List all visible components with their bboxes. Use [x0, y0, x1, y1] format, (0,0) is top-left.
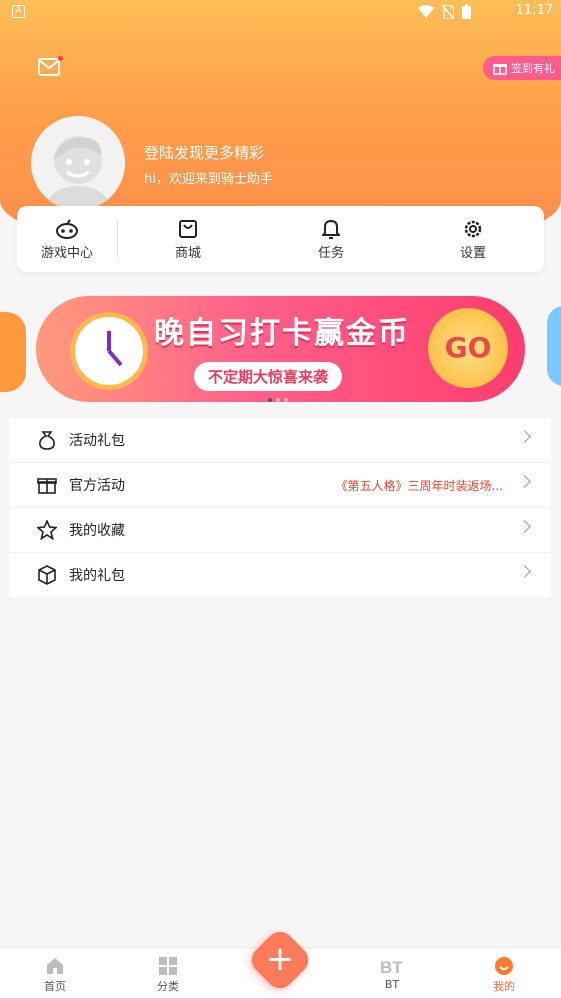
unread-dot	[58, 56, 63, 61]
banner-title: 晚自习打卡赢金币	[154, 316, 410, 351]
banner-prev-card[interactable]	[0, 312, 26, 392]
carousel-dot	[284, 398, 288, 402]
menu-row-favorites[interactable]: 我的收藏	[9, 508, 551, 553]
gift-icon	[37, 478, 57, 494]
login-title[interactable]: 登陆发现更多精彩	[144, 142, 264, 163]
star-icon	[37, 520, 57, 540]
shopping-bag-icon	[179, 220, 197, 238]
tab-label: 分类	[157, 980, 179, 993]
chevron-right-icon	[518, 475, 531, 488]
battery-icon	[462, 4, 471, 19]
banner-slide[interactable]: 晚自习打卡赢金币 不定期大惊喜来袭 GO	[36, 296, 525, 402]
quick-item-store[interactable]: 商城	[148, 218, 228, 261]
clock-time: 11:17	[515, 3, 553, 18]
menu-row-label: 我的收藏	[69, 523, 125, 539]
profile-icon	[495, 957, 513, 975]
carousel-dot	[268, 398, 272, 402]
quick-item-label: 任务	[317, 246, 344, 261]
menu-row-label: 我的礼包	[69, 568, 125, 584]
status-bar: A 11:17	[0, 0, 561, 24]
banner-next-card[interactable]	[547, 306, 561, 386]
bt-icon: BT	[380, 958, 403, 976]
default-avatar-icon	[31, 116, 125, 210]
plus-icon[interactable]: +	[256, 936, 304, 984]
chevron-right-icon	[518, 520, 531, 533]
home-icon	[47, 958, 63, 974]
divider	[117, 220, 118, 258]
tab-label: 我的	[493, 980, 515, 993]
mail-icon[interactable]	[38, 56, 63, 76]
gamepad-icon	[56, 219, 78, 239]
chevron-right-icon	[518, 430, 531, 443]
banner-carousel[interactable]: 晚自习打卡赢金币 不定期大惊喜来袭 GO	[0, 292, 561, 407]
quick-item-settings[interactable]: 设置	[433, 218, 513, 261]
login-subtitle: hi，欢迎来到骑士助手	[144, 172, 273, 187]
tab-category[interactable]: 分类	[138, 954, 198, 994]
menu-row-my-gifts[interactable]: 我的礼包	[9, 553, 551, 597]
bell-icon	[322, 219, 340, 239]
quick-item-tasks[interactable]: 任务	[291, 218, 371, 261]
menu-row-label: 活动礼包	[69, 433, 125, 449]
quick-menu-card: 游戏中心 商城 任务 设置	[17, 206, 544, 272]
tab-label: BT	[384, 978, 400, 991]
tab-bt[interactable]: BT BT	[362, 954, 422, 991]
menu-row-label: 官方活动	[69, 478, 125, 494]
tab-home[interactable]: 首页	[25, 954, 85, 994]
gear-icon	[464, 220, 482, 238]
chevron-right-icon	[518, 565, 531, 578]
avatar[interactable]	[31, 116, 125, 210]
tab-mine[interactable]: 我的	[474, 954, 534, 994]
tab-label: 首页	[44, 980, 66, 993]
event-preview-text[interactable]: 《第五人格》三周年时装返场...	[336, 477, 503, 494]
gift-box-icon	[493, 64, 507, 75]
quick-item-game-center[interactable]: 游戏中心	[27, 218, 107, 261]
quick-item-label: 设置	[459, 246, 486, 261]
carousel-indicator	[268, 398, 288, 402]
grid-icon	[159, 957, 177, 975]
checkin-button[interactable]: 签到有礼	[483, 56, 561, 80]
quick-item-label: 游戏中心	[40, 246, 93, 261]
menu-list: 活动礼包 官方活动 《第五人格》三周年时装返场... 我的收藏 我的礼包	[9, 418, 551, 597]
menu-row-official-events[interactable]: 官方活动 《第五人格》三周年时装返场...	[9, 463, 551, 508]
carousel-dot	[276, 398, 280, 402]
banner-pill: 不定期大惊喜来袭	[194, 362, 343, 391]
money-bag-icon	[39, 431, 55, 450]
no-sim-icon	[442, 4, 454, 19]
quick-item-label: 商城	[174, 246, 201, 261]
alarm-clock-icon	[70, 312, 148, 390]
wifi-icon	[418, 4, 434, 18]
notification-a-icon: A	[12, 5, 25, 18]
svg-text:BT: BT	[380, 958, 403, 976]
box-icon	[38, 565, 56, 585]
banner-go-coin[interactable]: GO	[428, 308, 508, 388]
checkin-label: 签到有礼	[511, 62, 555, 75]
menu-row-activity-gifts[interactable]: 活动礼包	[9, 418, 551, 463]
